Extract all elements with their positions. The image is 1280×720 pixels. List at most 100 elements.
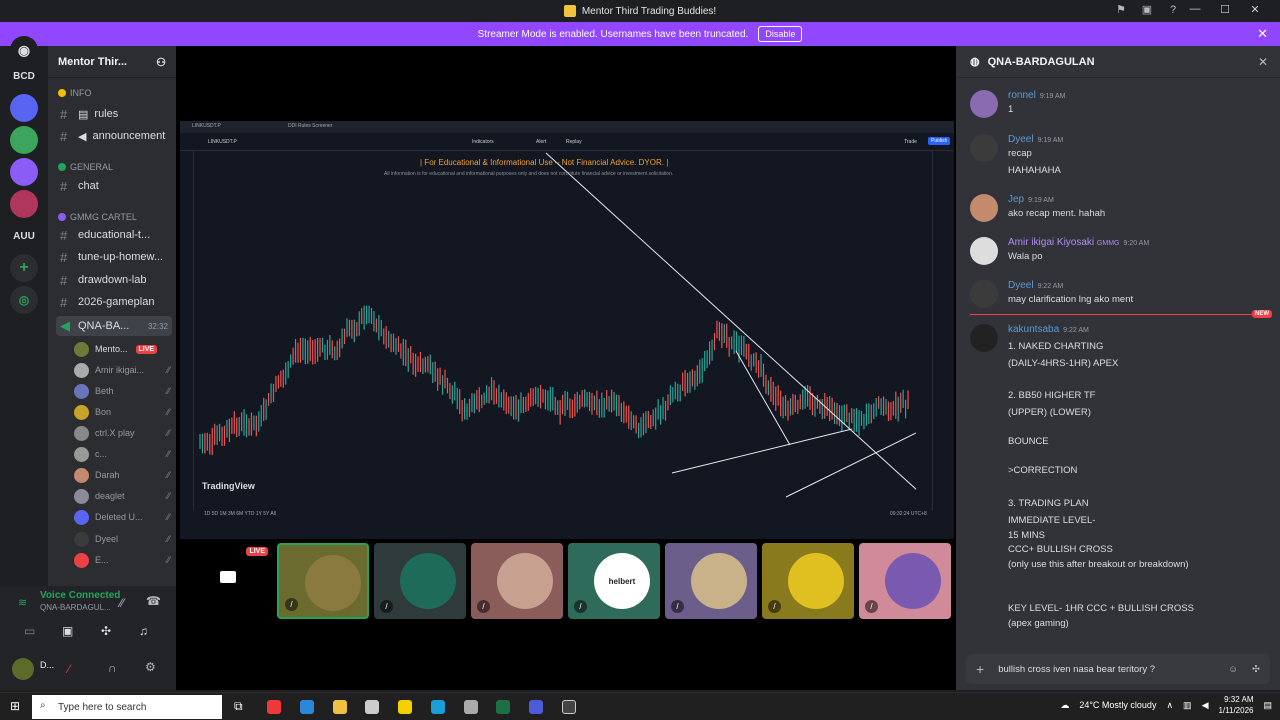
- chat-input[interactable]: + bullish cross iven nasa bear teritory …: [966, 654, 1270, 684]
- excel-icon[interactable]: [496, 700, 510, 714]
- channel-educational[interactable]: # educational-t...: [56, 225, 172, 245]
- discord-home-icon[interactable]: ◉: [10, 36, 38, 64]
- apps-icon[interactable]: ✣: [1252, 664, 1260, 675]
- app-icon[interactable]: [562, 700, 576, 714]
- avatar[interactable]: [970, 237, 998, 265]
- disconnect-icon[interactable]: ☎: [146, 594, 161, 608]
- file-explorer-icon[interactable]: [333, 700, 347, 714]
- channel-tune-up[interactable]: # tune-up-homew...: [56, 247, 172, 267]
- windows-start-icon[interactable]: ⊞: [10, 699, 20, 713]
- symbol-tab[interactable]: LINKUSDT.P: [192, 123, 221, 129]
- message-author[interactable]: Amir ikigai Kiyosaki GMMG 9:20 AM: [1008, 237, 1149, 248]
- server-auu[interactable]: AUU: [10, 222, 38, 250]
- message-author[interactable]: Jep 9:19 AM: [1008, 194, 1054, 205]
- taskbar-search[interactable]: ⌕ Type here to search: [32, 695, 222, 719]
- channel-announcement[interactable]: # ◀ announcement: [56, 126, 172, 146]
- store-icon[interactable]: [365, 700, 379, 714]
- indicators-button[interactable]: Indicators: [472, 139, 494, 145]
- server-icon-4[interactable]: [10, 190, 38, 218]
- timeframe-bar[interactable]: 1D 5D 1M 3M 6M YTD 1Y 5Y All: [204, 511, 276, 517]
- participant-tile[interactable]: /: [471, 543, 563, 619]
- message-author[interactable]: Dyeel 9:19 AM: [1008, 134, 1063, 145]
- server-header[interactable]: Mentor Thir... ⚇: [48, 46, 176, 78]
- add-member-icon[interactable]: ⚇: [156, 56, 166, 69]
- server-icon-2[interactable]: [10, 126, 38, 154]
- voice-channel-qna[interactable]: ◀ QNA-BA... 32:32: [56, 316, 172, 336]
- trade-button[interactable]: Trade: [904, 139, 917, 145]
- inbox-icon[interactable]: ⚑: [1114, 3, 1128, 17]
- notifications-icon[interactable]: ▤: [1263, 700, 1272, 711]
- participant-tile[interactable]: helbert /: [568, 543, 660, 619]
- network-icon[interactable]: ▥: [1183, 700, 1192, 711]
- close-window-button[interactable]: ✕: [1240, 3, 1270, 16]
- discord-icon[interactable]: [529, 700, 543, 714]
- avatar[interactable]: [970, 280, 998, 308]
- channel-drawdown-lab[interactable]: # drawdown-lab: [56, 270, 172, 290]
- voice-user-row[interactable]: Bon ⁄⁄: [74, 403, 174, 421]
- taskbar-clock[interactable]: 9:32 AM 1/11/2026: [1218, 694, 1253, 716]
- soundboard-icon[interactable]: ♫: [139, 624, 148, 638]
- channel-chat[interactable]: # chat: [56, 176, 172, 196]
- voice-user-row[interactable]: Mento... LIVE: [74, 340, 174, 358]
- edge-icon[interactable]: [431, 700, 445, 714]
- voice-user-row[interactable]: Beth ⁄⁄: [74, 382, 174, 400]
- mic-muted-icon[interactable]: ⁄: [68, 662, 70, 676]
- server-icon-1[interactable]: [10, 94, 38, 122]
- screen-share-icon[interactable]: ▣: [62, 624, 73, 638]
- alert-button[interactable]: Alert: [536, 139, 546, 145]
- message-author[interactable]: Dyeel 9:22 AM: [1008, 280, 1063, 291]
- weather-text[interactable]: 24°C Mostly cloudy: [1079, 700, 1156, 710]
- avatar[interactable]: [970, 90, 998, 118]
- voice-user-row[interactable]: c... ⁄⁄: [74, 445, 174, 463]
- voice-user-row[interactable]: ctrl.X play ⁄⁄: [74, 424, 174, 442]
- price-chart[interactable]: [196, 151, 916, 503]
- headphones-icon[interactable]: ∩: [108, 661, 117, 675]
- app-icon[interactable]: [398, 700, 412, 714]
- channel-rules[interactable]: # ▤ rules: [56, 104, 172, 124]
- replay-button[interactable]: Replay: [566, 139, 582, 145]
- chatgpt-icon[interactable]: [464, 700, 478, 714]
- channel-2026-gameplan[interactable]: #2026-gameplan: [56, 292, 172, 312]
- explore-icon[interactable]: ◎: [10, 286, 38, 314]
- category-gmmg-cartel[interactable]: GMMG CARTEL: [58, 212, 137, 222]
- participant-tile[interactable]: /: [762, 543, 854, 619]
- message-author[interactable]: ronnel 9:19 AM: [1008, 90, 1066, 101]
- settings-gear-icon[interactable]: ⚙: [145, 660, 156, 674]
- activities-icon[interactable]: ✣: [101, 624, 111, 638]
- participant-tile[interactable]: /: [277, 543, 369, 619]
- drawing-toolbar[interactable]: [180, 151, 194, 511]
- minimize-button[interactable]: —: [1180, 3, 1210, 16]
- disable-button[interactable]: Disable: [758, 26, 803, 42]
- maximize-button[interactable]: ☐: [1210, 3, 1240, 16]
- voice-user-row[interactable]: Darah ⁄⁄: [74, 466, 174, 484]
- avatar[interactable]: [12, 658, 34, 680]
- attach-plus-icon[interactable]: +: [976, 661, 984, 677]
- voice-user-row[interactable]: Deleted U... ⁄⁄: [74, 508, 174, 526]
- participant-tile[interactable]: /: [374, 543, 466, 619]
- category-info[interactable]: INFO: [58, 88, 92, 98]
- avatar[interactable]: [970, 194, 998, 222]
- vivaldi-icon[interactable]: [267, 700, 281, 714]
- task-view-icon[interactable]: ⧉: [234, 699, 243, 714]
- screen-icon[interactable]: ▣: [1140, 3, 1154, 17]
- server-bcd[interactable]: BCD: [10, 62, 38, 90]
- emoji-icon[interactable]: ☺: [1228, 664, 1238, 675]
- publish-button[interactable]: Publish: [928, 137, 951, 145]
- symbol-search[interactable]: LINKUSDT.P: [208, 139, 237, 145]
- participant-tile[interactable]: /: [665, 543, 757, 619]
- copilot-icon[interactable]: [300, 700, 314, 714]
- screener-tab[interactable]: DDI Rules Screener: [288, 123, 332, 129]
- tray-chevron-icon[interactable]: ∧: [1166, 700, 1173, 711]
- voice-status[interactable]: Voice Connected: [40, 590, 120, 601]
- noise-suppression-icon[interactable]: ⁄⁄: [120, 596, 124, 610]
- close-chat-icon[interactable]: ✕: [1258, 55, 1268, 69]
- close-icon[interactable]: ✕: [1257, 26, 1268, 42]
- message-author[interactable]: kakuntsaba 9:22 AM: [1008, 324, 1089, 335]
- voice-user-row[interactable]: E... ⁄⁄: [74, 551, 174, 569]
- voice-user-row[interactable]: deaglet ⁄⁄: [74, 487, 174, 505]
- server-icon-3[interactable]: [10, 158, 38, 186]
- participant-tile[interactable]: LIVE: [180, 543, 272, 619]
- voice-user-row[interactable]: Dyeel ⁄⁄: [74, 530, 174, 548]
- category-general[interactable]: GENERAL: [58, 162, 113, 172]
- camera-off-icon[interactable]: ▭: [24, 624, 35, 638]
